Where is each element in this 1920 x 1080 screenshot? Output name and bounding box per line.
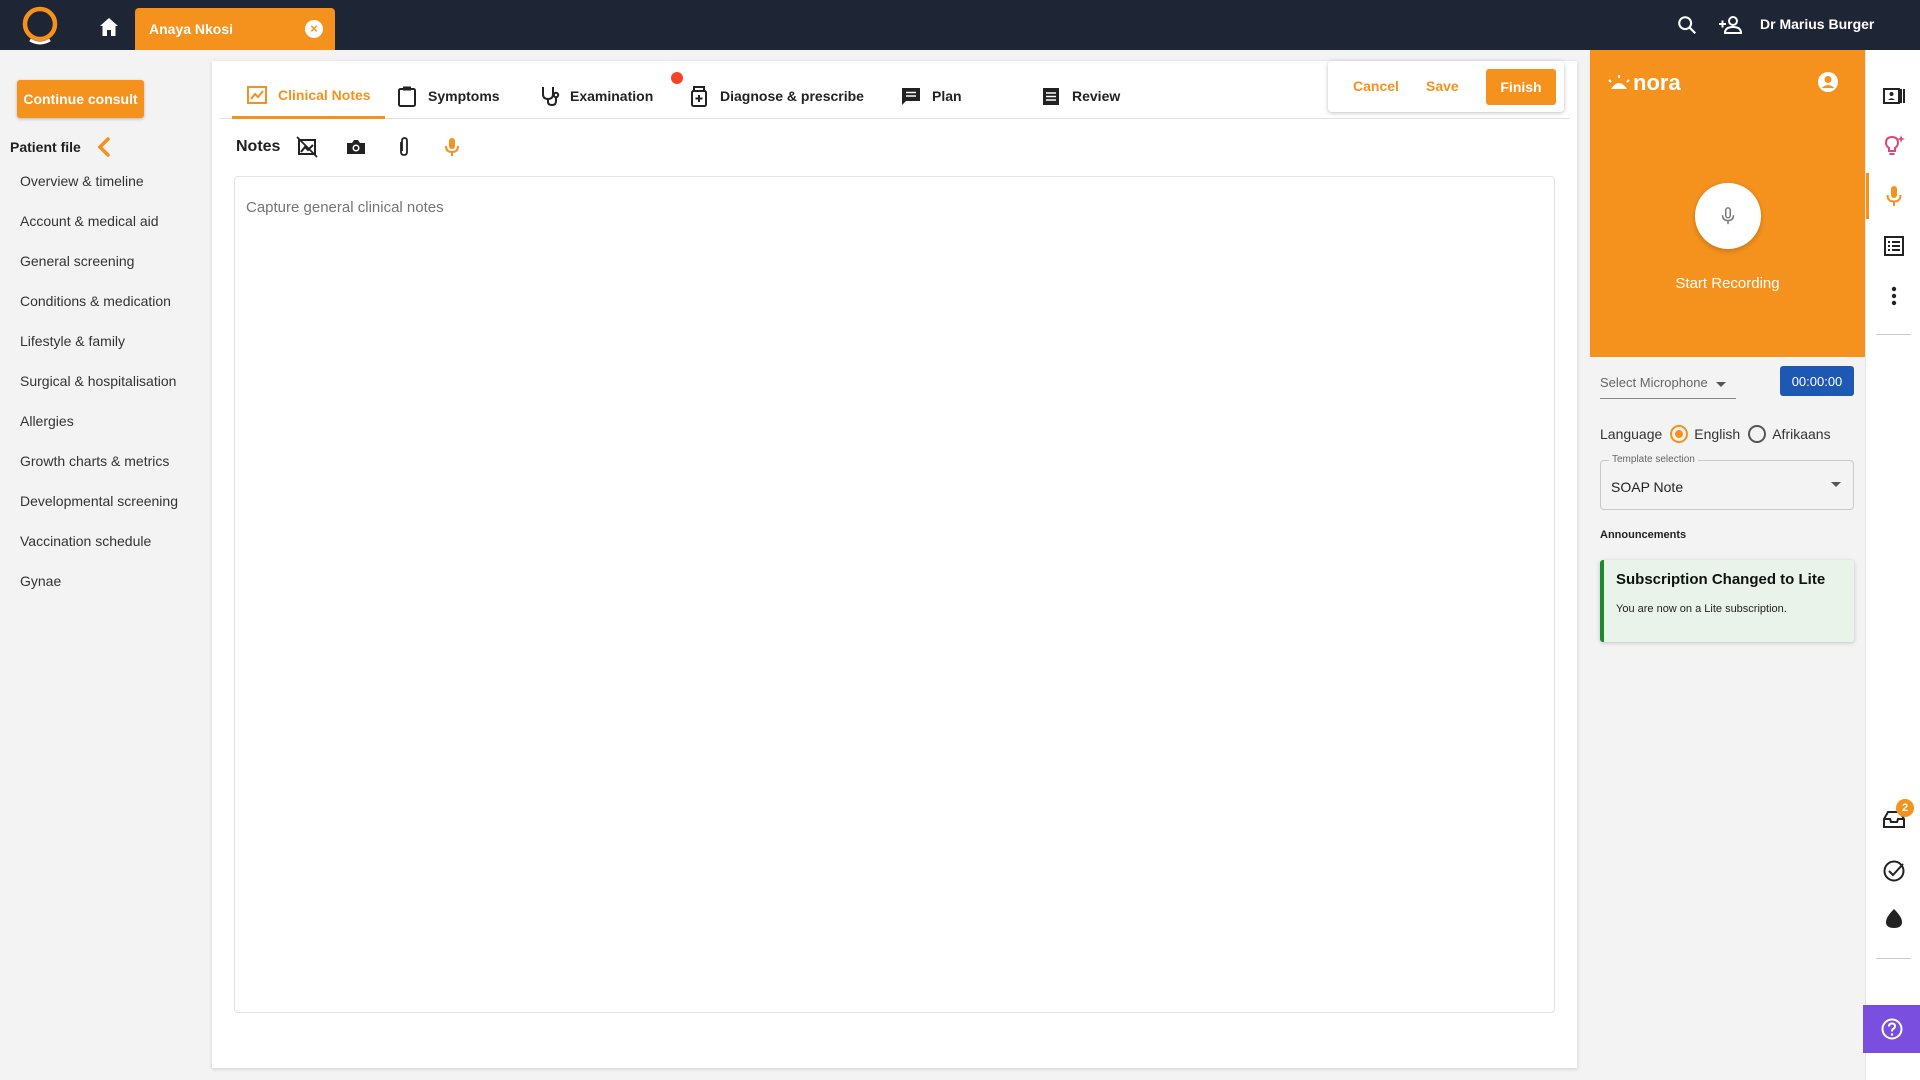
chat-lines-icon <box>902 88 920 105</box>
tab-label: Clinical Notes <box>278 86 371 103</box>
announcements-heading: Announcements <box>1600 529 1687 541</box>
search-icon[interactable] <box>1676 14 1698 36</box>
tab-diagnose-prescribe[interactable]: Diagnose & prescribe <box>688 73 864 119</box>
patient-tab-label: Anaya Nkosi <box>149 21 234 37</box>
paperclip-icon[interactable] <box>393 136 415 158</box>
sidebar-item-growth-charts[interactable]: Growth charts & metrics <box>20 453 178 493</box>
caret-down-icon <box>1831 482 1841 487</box>
language-option-label: English <box>1694 426 1741 442</box>
finish-button[interactable]: Finish <box>1486 69 1556 105</box>
rail-divider <box>1876 334 1911 335</box>
notification-dot <box>671 72 683 84</box>
consult-actions: Cancel Save Finish <box>1328 61 1564 112</box>
microphone-select[interactable]: Select Microphone <box>1600 375 1736 399</box>
recording-timer: 00:00:00 <box>1780 366 1854 396</box>
sidebar-item-gynae[interactable]: Gynae <box>20 573 178 613</box>
check-circle-icon[interactable] <box>1882 859 1906 883</box>
medicine-bottle-icon <box>691 86 707 107</box>
notification-count-badge: 2 <box>1896 799 1914 817</box>
nora-header: nora Start Recording <box>1590 50 1865 357</box>
sidebar-item-conditions[interactable]: Conditions & medication <box>20 293 178 333</box>
sidebar-item-surgical[interactable]: Surgical & hospitalisation <box>20 373 178 413</box>
list-icon[interactable] <box>1882 234 1906 258</box>
drop-icon[interactable] <box>1882 907 1906 931</box>
tab-label: Examination <box>570 88 654 104</box>
user-name[interactable]: Dr Marius Burger <box>1760 16 1874 32</box>
sidebar-item-allergies[interactable]: Allergies <box>20 413 178 453</box>
consult-panel: Clinical Notes Symptoms Examination Diag… <box>212 61 1577 1068</box>
close-icon[interactable]: × <box>305 20 323 38</box>
help-button[interactable] <box>1863 1005 1920 1053</box>
microphone-icon[interactable] <box>441 136 463 158</box>
start-recording-button[interactable] <box>1695 183 1761 249</box>
chevron-left-icon[interactable] <box>94 136 114 158</box>
stethoscope-icon <box>542 87 560 107</box>
microphone-icon[interactable] <box>1882 184 1906 208</box>
microphone-icon <box>1721 207 1735 225</box>
patient-sidebar: Continue consult Patient file Overview &… <box>0 50 211 1080</box>
caret-down-icon <box>1716 382 1726 387</box>
notes-heading: Notes <box>236 138 281 155</box>
language-option-label: Afrikaans <box>1772 426 1831 442</box>
cancel-button[interactable]: Cancel <box>1353 78 1399 94</box>
nora-panel: nora Start Recording Select Microphone 0… <box>1590 50 1865 1080</box>
language-row: Language English Afrikaans <box>1600 425 1831 443</box>
add-user-icon[interactable] <box>1718 13 1744 37</box>
start-recording-label: Start Recording <box>1675 275 1780 292</box>
tab-label: Plan <box>932 88 962 104</box>
tab-examination[interactable]: Examination <box>538 73 653 119</box>
patient-file-nav: Overview & timeline Account & medical ai… <box>20 173 178 613</box>
tab-plan[interactable]: Plan <box>900 73 962 119</box>
radio-afrikaans[interactable] <box>1748 425 1767 443</box>
top-bar: Anaya Nkosi × Dr Marius Burger <box>0 0 1920 50</box>
sidebar-item-vaccination[interactable]: Vaccination schedule <box>20 533 178 573</box>
tab-label: Symptoms <box>428 88 500 104</box>
active-indicator <box>1866 173 1869 219</box>
clipboard-icon <box>398 86 416 107</box>
clinical-notes-input[interactable] <box>234 176 1555 1013</box>
sidebar-item-developmental[interactable]: Developmental screening <box>20 493 178 533</box>
sidebar-item-lifestyle[interactable]: Lifestyle & family <box>20 333 178 373</box>
sunrise-icon <box>1608 75 1630 89</box>
nora-logo: nora <box>1607 70 1681 95</box>
tab-clinical-notes[interactable]: Clinical Notes <box>232 73 385 119</box>
sidebar-item-account[interactable]: Account & medical aid <box>20 213 178 253</box>
nora-brand: nora <box>1633 70 1681 95</box>
clinical-notes-icon <box>247 85 267 104</box>
template-select[interactable]: Template selection SOAP Note <box>1600 454 1854 510</box>
help-circle-icon <box>1881 1018 1903 1040</box>
sidebar-item-general-screening[interactable]: General screening <box>20 253 178 293</box>
tab-label: Review <box>1072 88 1121 104</box>
save-button[interactable]: Save <box>1426 78 1459 94</box>
microphone-select-label: Select Microphone <box>1600 375 1708 390</box>
announcement-card: Subscription Changed to Lite You are now… <box>1600 560 1854 642</box>
tab-label: Diagnose & prescribe <box>720 88 864 104</box>
home-icon[interactable] <box>97 15 121 39</box>
patient-file-heading: Patient file <box>10 139 81 155</box>
camera-icon[interactable] <box>345 136 367 158</box>
announcement-title: Subscription Changed to Lite <box>1616 571 1826 588</box>
template-select-legend: Template selection <box>1609 454 1698 465</box>
announcement-body: You are now on a Lite subscription. <box>1616 603 1787 615</box>
radio-english[interactable] <box>1670 425 1689 443</box>
id-card-icon[interactable] <box>1882 84 1906 108</box>
right-rail: 2 <box>1863 50 1920 1080</box>
app-logo-icon[interactable] <box>20 6 60 46</box>
language-label: Language <box>1600 426 1663 442</box>
image-off-icon[interactable] <box>296 136 318 158</box>
tab-review[interactable]: Review <box>1040 73 1120 119</box>
tab-symptoms[interactable]: Symptoms <box>396 73 500 119</box>
patient-tab[interactable]: Anaya Nkosi × <box>135 8 335 50</box>
template-select-value: SOAP Note <box>1611 479 1684 495</box>
sidebar-item-overview[interactable]: Overview & timeline <box>20 173 178 213</box>
more-vertical-icon[interactable] <box>1882 284 1906 308</box>
document-lines-icon <box>1043 88 1059 105</box>
continue-consult-button[interactable]: Continue consult <box>17 80 144 118</box>
lightbulb-sparkle-icon[interactable] <box>1882 134 1906 158</box>
account-circle-icon[interactable] <box>1817 71 1839 93</box>
rail-divider <box>1876 958 1911 959</box>
